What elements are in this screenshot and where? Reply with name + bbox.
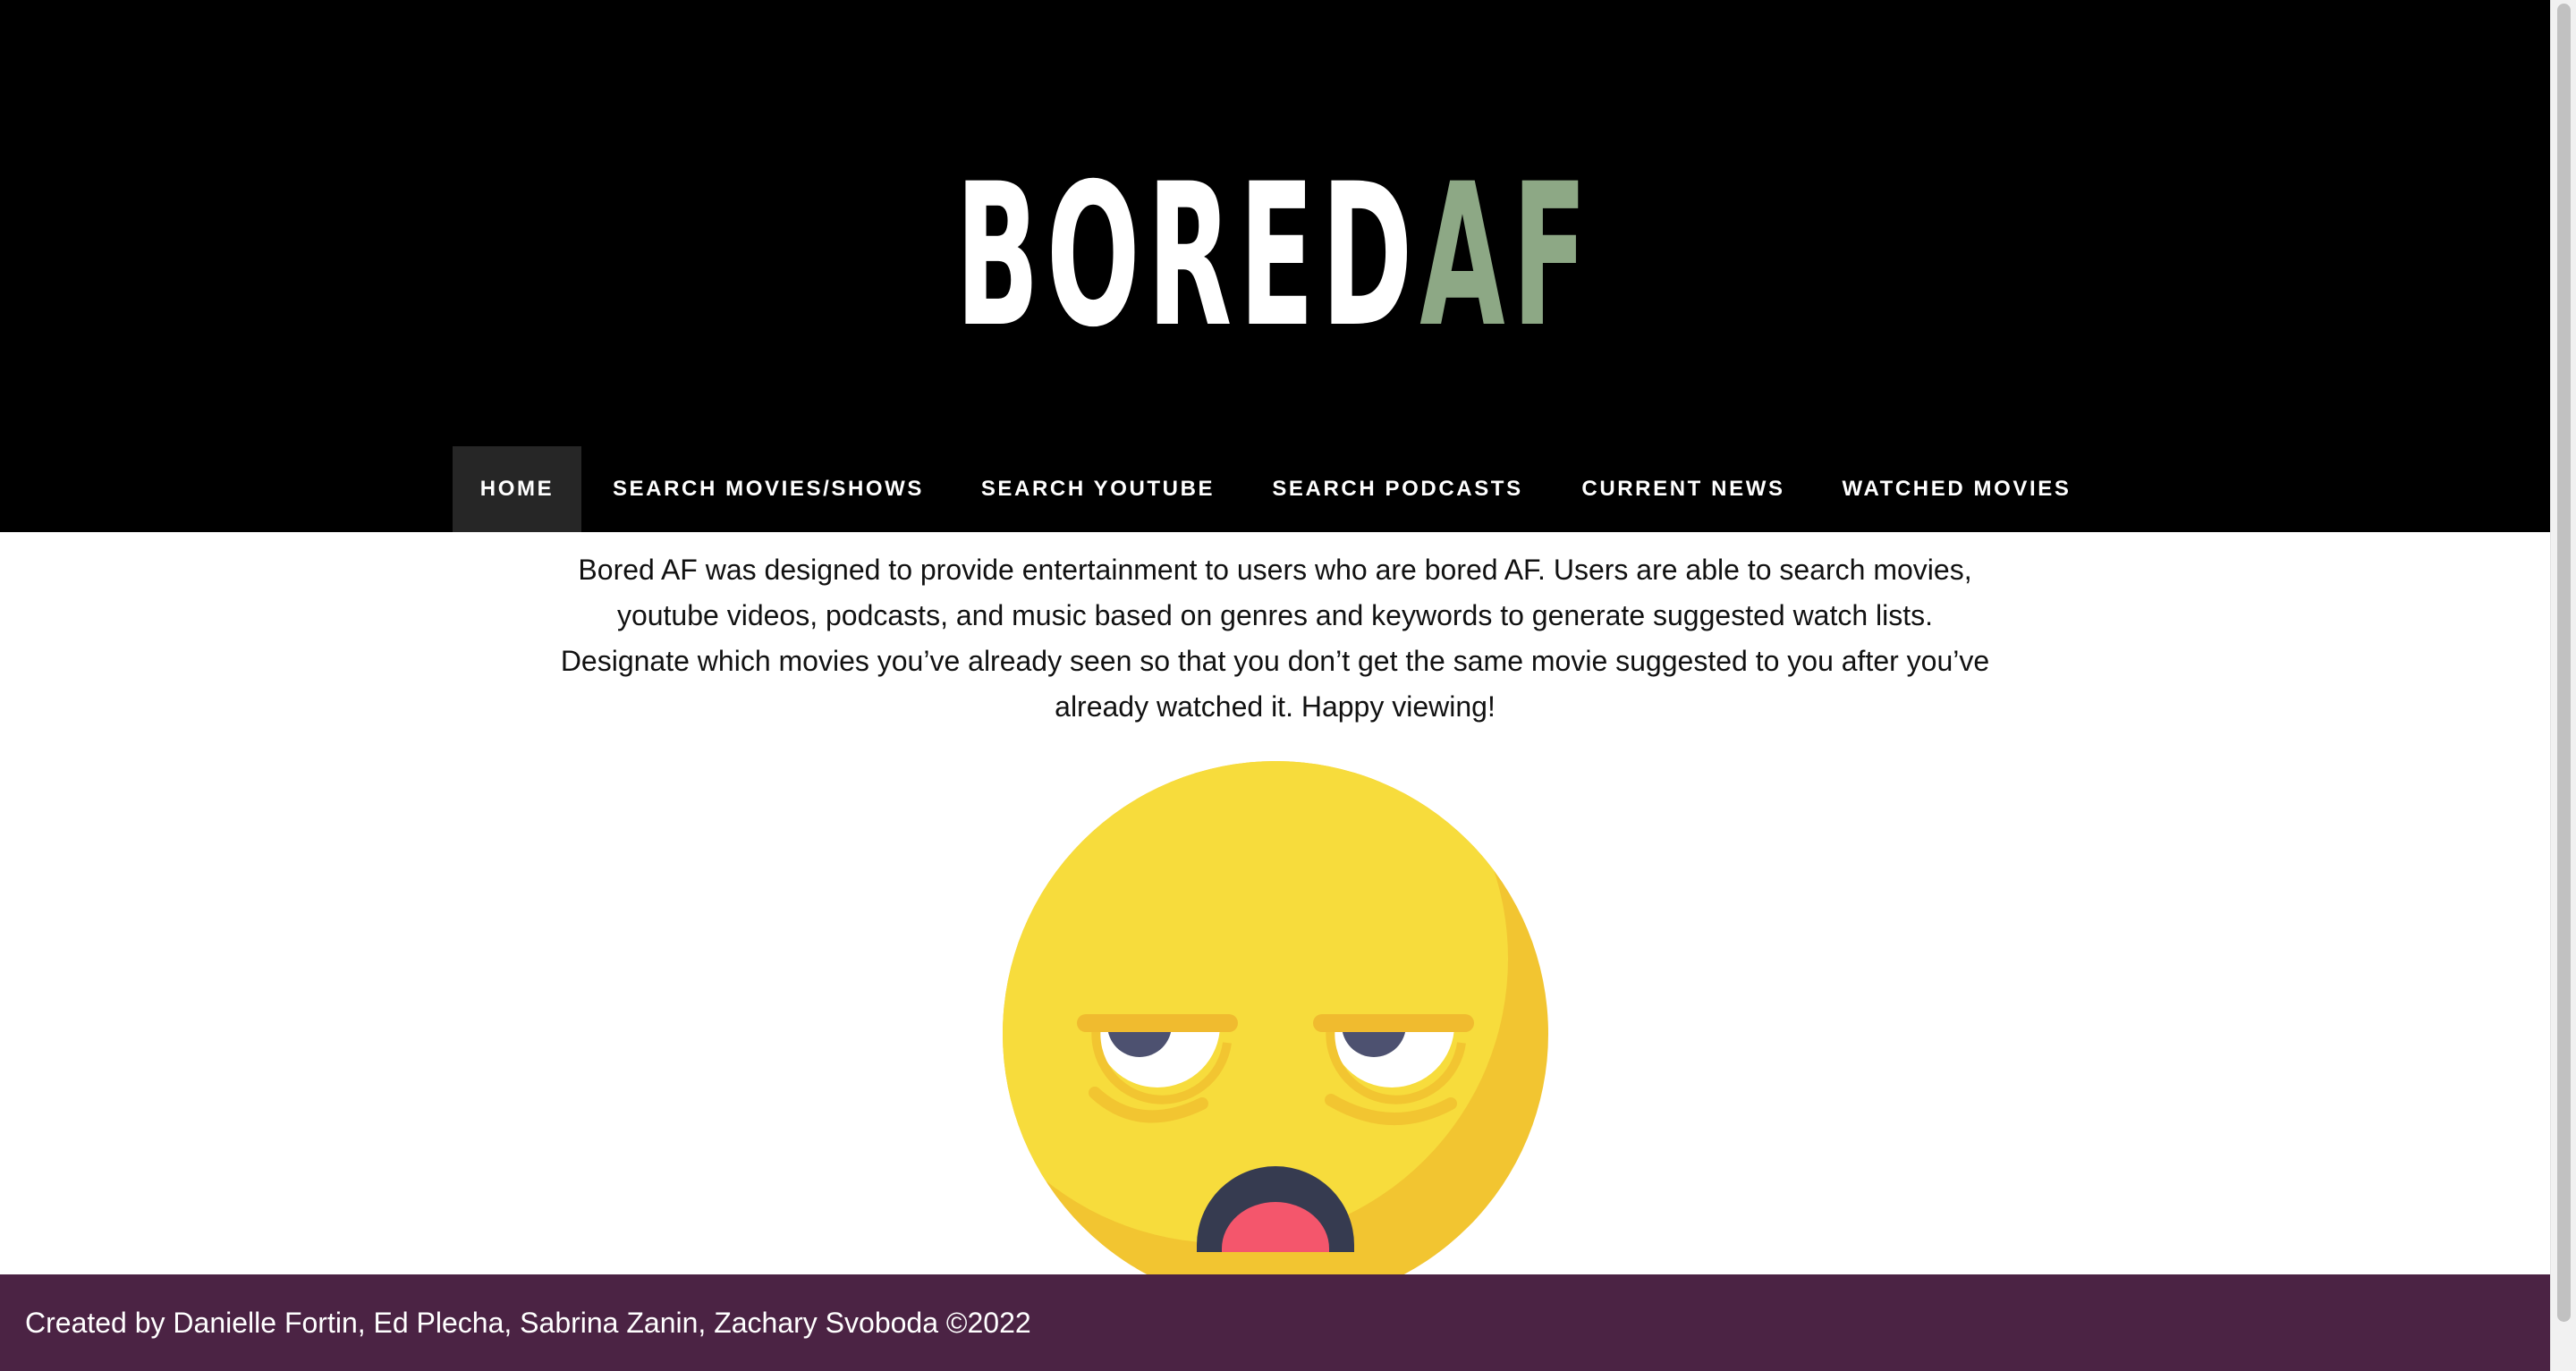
- nav-current-news[interactable]: CURRENT NEWS: [1565, 446, 1801, 532]
- bored-face-emoji-icon: [998, 760, 1553, 1307]
- logo-text-af: AF: [1419, 141, 1595, 370]
- intro-text: Bored AF was designed to provide enterta…: [537, 547, 2013, 730]
- vertical-scrollbar[interactable]: [2550, 0, 2576, 1371]
- scrollbar-thumb[interactable]: [2557, 4, 2571, 1322]
- site-footer: Created by Danielle Fortin, Ed Plecha, S…: [0, 1274, 2550, 1371]
- nav-watched-movies[interactable]: WATCHED MOVIES: [1825, 446, 2089, 532]
- site-logo[interactable]: BOREDAF: [561, 157, 1989, 354]
- intro-line: Designate which movies you’ve already se…: [560, 645, 1990, 677]
- page: BOREDAF HOME SEARCH MOVIES/SHOWS SEARCH …: [0, 0, 2550, 1371]
- intro-line: Bored AF was designed to provide enterta…: [578, 554, 1972, 586]
- nav-search-movies-shows[interactable]: SEARCH MOVIES/SHOWS: [594, 446, 943, 532]
- intro-line: already watched it. Happy viewing!: [1055, 690, 1496, 723]
- nav-home[interactable]: HOME: [453, 446, 581, 532]
- main-nav: HOME SEARCH MOVIES/SHOWS SEARCH YOUTUBE …: [0, 446, 2550, 532]
- intro-line: youtube videos, podcasts, and music base…: [616, 599, 1934, 631]
- site-header: BOREDAF HOME SEARCH MOVIES/SHOWS SEARCH …: [0, 0, 2550, 532]
- nav-search-youtube[interactable]: SEARCH YOUTUBE: [966, 446, 1230, 532]
- nav-search-podcasts[interactable]: SEARCH PODCASTS: [1252, 446, 1543, 532]
- logo-text-bored: BORED: [955, 141, 1420, 370]
- footer-credits: Created by Danielle Fortin, Ed Plecha, S…: [25, 1307, 1031, 1339]
